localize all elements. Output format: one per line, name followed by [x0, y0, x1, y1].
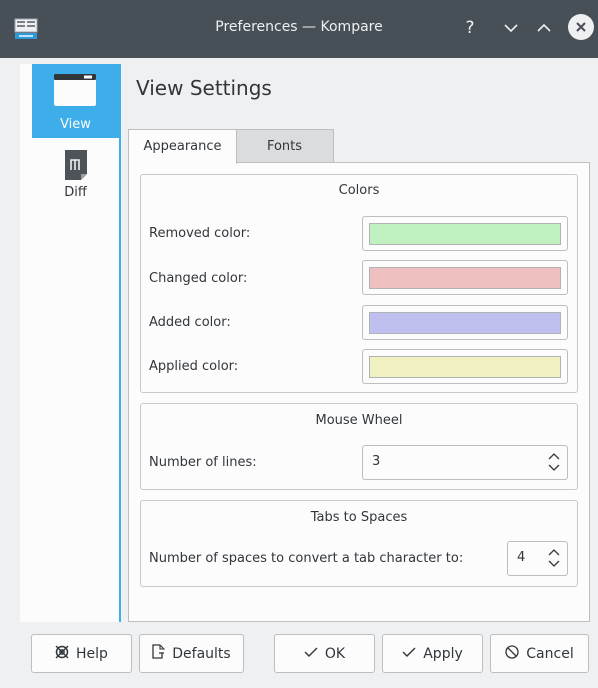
diff-document-icon	[65, 150, 87, 184]
checkmark-icon	[304, 646, 318, 662]
added-color-swatch	[369, 312, 561, 334]
minimize-chevron-down-icon[interactable]	[498, 15, 524, 41]
view-window-icon	[54, 74, 96, 110]
page-title: View Settings	[136, 76, 272, 100]
help-button-label: Help	[76, 645, 108, 662]
ok-button-label: OK	[324, 645, 346, 662]
number-of-lines-spinbox[interactable]: 3	[362, 445, 568, 480]
added-color-button[interactable]	[362, 305, 568, 340]
help-question-icon[interactable]: ?	[457, 15, 483, 41]
defaults-button-label: Defaults	[172, 645, 231, 662]
tab-spaces-spinbox[interactable]: 4	[507, 541, 568, 576]
applied-color-label: Applied color:	[149, 359, 239, 374]
changed-color-swatch	[369, 267, 561, 289]
removed-color-button[interactable]	[362, 216, 568, 251]
close-icon[interactable]	[568, 14, 594, 40]
maximize-chevron-up-icon[interactable]	[531, 15, 557, 41]
sidebar-item-diff[interactable]: Diff	[32, 142, 119, 216]
spinbox-value: 3	[372, 454, 381, 469]
page-sidebar: View Diff	[20, 64, 121, 622]
cancel-circle-icon	[505, 644, 519, 663]
tab-appearance[interactable]: Appearance	[128, 129, 237, 164]
cancel-button[interactable]: Cancel	[490, 634, 589, 673]
changed-color-button[interactable]	[362, 260, 568, 295]
checkmark-icon	[402, 646, 416, 662]
spin-up-down-icon[interactable]	[547, 547, 561, 569]
document-revert-icon	[152, 644, 166, 663]
help-button[interactable]: Help	[31, 634, 132, 673]
apply-button[interactable]: Apply	[382, 634, 483, 673]
mouse-wheel-group-title: Mouse Wheel	[315, 413, 403, 428]
apply-button-label: Apply	[423, 645, 463, 662]
removed-color-swatch	[369, 223, 561, 245]
sidebar-item-view[interactable]: View	[32, 64, 119, 138]
help-lifebuoy-icon	[55, 645, 69, 663]
sidebar-item-label: Diff	[64, 185, 87, 200]
tabs-to-spaces-group-title: Tabs to Spaces	[310, 510, 408, 525]
applied-color-button[interactable]	[362, 349, 568, 384]
title-bar[interactable]: Preferences — Kompare ?	[0, 0, 598, 58]
spin-up-down-icon[interactable]	[547, 451, 561, 473]
defaults-button[interactable]: Defaults	[139, 634, 244, 673]
removed-color-label: Removed color:	[149, 226, 251, 241]
added-color-label: Added color:	[149, 315, 231, 330]
sidebar-item-label: View	[60, 117, 91, 132]
applied-color-swatch	[369, 356, 561, 378]
spinbox-value: 4	[517, 550, 526, 565]
tab-spaces-label: Number of spaces to convert a tab charac…	[149, 551, 464, 566]
cancel-button-label: Cancel	[526, 645, 574, 662]
changed-color-label: Changed color:	[149, 271, 248, 286]
number-of-lines-label: Number of lines:	[149, 455, 257, 470]
ok-button[interactable]: OK	[274, 634, 375, 673]
colors-group-title: Colors	[338, 183, 380, 198]
tab-fonts[interactable]: Fonts	[235, 129, 334, 164]
